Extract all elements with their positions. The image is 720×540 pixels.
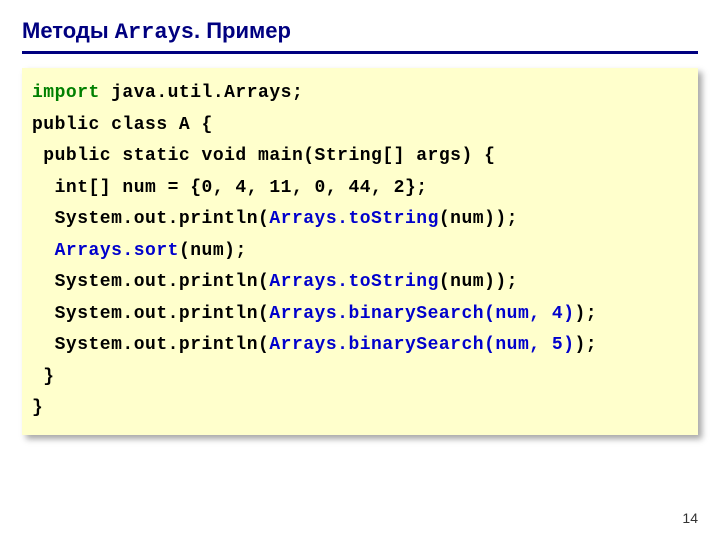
code-text: } [32, 398, 43, 418]
code-text: public static void main(String[] args) { [32, 146, 495, 166]
code-api-call: Arrays.binarySearch(num, 4) [269, 304, 574, 324]
code-text: System.out.println( [32, 209, 269, 229]
code-text: System.out.println( [32, 272, 269, 292]
code-text [32, 241, 55, 261]
code-text: } [32, 367, 55, 387]
code-text: ); [575, 304, 598, 324]
title-part1: Методы [22, 18, 115, 43]
code-api-call: Arrays.binarySearch(num, 5) [269, 335, 574, 355]
page-number: 14 [682, 510, 698, 526]
code-text: System.out.println( [32, 335, 269, 355]
code-api-call: Arrays.toString [269, 272, 439, 292]
slide-title: Методы Arrays. Пример [22, 18, 698, 54]
code-text: java.util.Arrays; [100, 83, 303, 103]
code-text: int[] num = {0, 4, 11, 0, 44, 2}; [32, 178, 428, 198]
code-text: public class A { [32, 115, 213, 135]
code-block: import java.util.Arrays; public class A … [22, 68, 698, 435]
code-text: (num); [179, 241, 247, 261]
title-code: Arrays [115, 20, 194, 45]
code-text: ); [575, 335, 598, 355]
code-api-call: Arrays.toString [269, 209, 439, 229]
code-keyword-import: import [32, 83, 100, 103]
code-text: System.out.println( [32, 304, 269, 324]
code-text: (num)); [439, 209, 518, 229]
code-text: (num)); [439, 272, 518, 292]
code-api-call: Arrays.sort [55, 241, 179, 261]
title-part2: . Пример [194, 18, 291, 43]
